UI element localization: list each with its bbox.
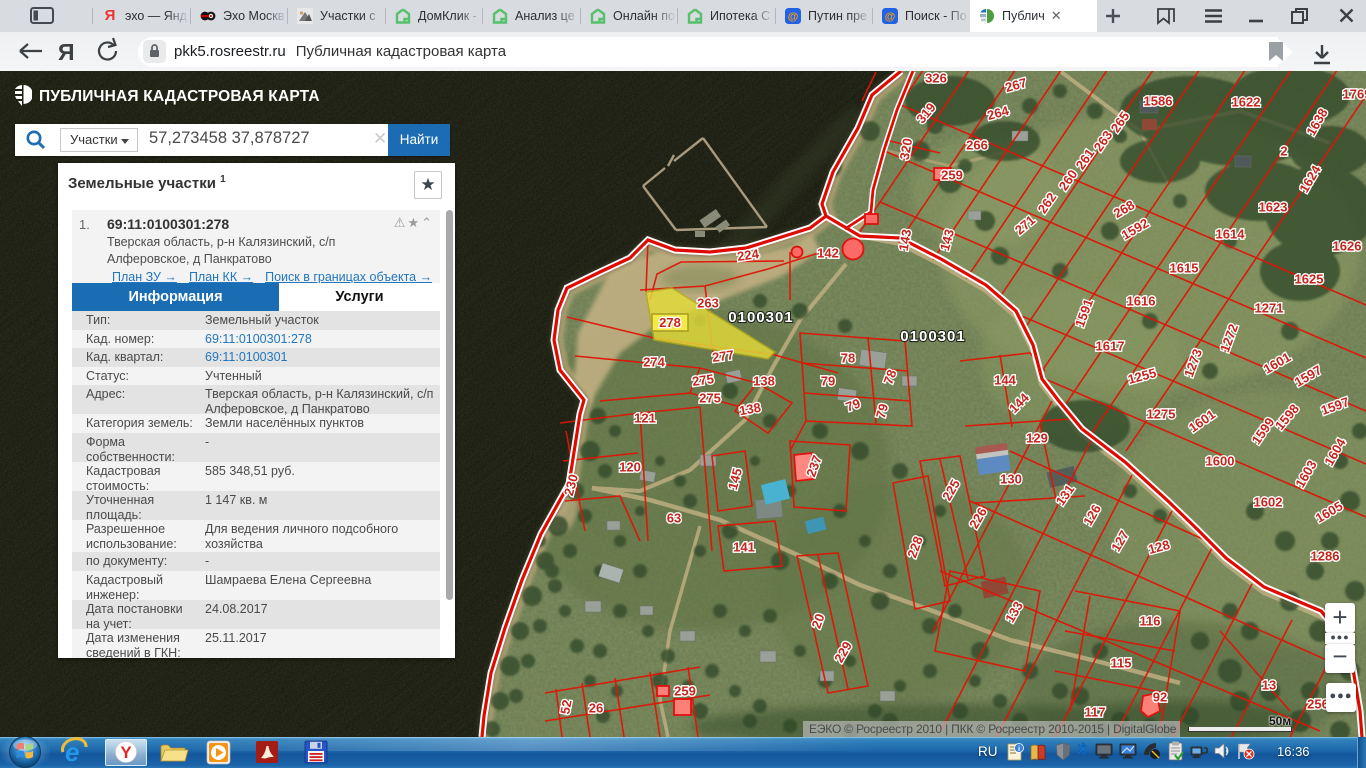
svg-text:1286: 1286	[1311, 549, 1340, 564]
svg-text:263: 263	[697, 296, 719, 311]
svg-text:144: 144	[994, 373, 1016, 388]
svg-text:141: 141	[733, 540, 755, 555]
svg-text:129: 129	[1026, 431, 1048, 446]
svg-text:1275: 1275	[1147, 407, 1176, 422]
svg-text:63: 63	[667, 511, 681, 526]
svg-text:224: 224	[736, 246, 760, 264]
svg-text:259: 259	[941, 168, 963, 183]
svg-text:1602: 1602	[1254, 495, 1283, 510]
svg-text:1625: 1625	[1295, 272, 1324, 287]
svg-text:138: 138	[753, 374, 775, 389]
svg-text:1586: 1586	[1144, 94, 1173, 109]
svg-text:13: 13	[1262, 678, 1276, 693]
svg-text:1626: 1626	[1333, 239, 1362, 254]
svg-text:1616: 1616	[1127, 294, 1156, 309]
svg-text:78: 78	[841, 351, 855, 366]
svg-text:120: 120	[619, 460, 641, 475]
svg-text:115: 115	[1111, 656, 1132, 671]
svg-text:1600: 1600	[1206, 454, 1235, 469]
svg-text:275: 275	[699, 391, 721, 406]
svg-text:259: 259	[674, 684, 696, 699]
svg-text:1614: 1614	[1216, 227, 1246, 242]
svg-text:26: 26	[589, 701, 603, 716]
svg-text:Я: Я	[58, 39, 75, 65]
svg-text:52: 52	[557, 699, 574, 716]
svg-text:0100301: 0100301	[900, 328, 965, 345]
svg-text:1615: 1615	[1170, 261, 1199, 276]
svg-text:116: 116	[1140, 614, 1161, 629]
svg-text:274: 274	[643, 355, 665, 370]
svg-text:326: 326	[925, 71, 947, 86]
svg-text:79: 79	[821, 374, 835, 389]
svg-text:117: 117	[1085, 705, 1106, 720]
svg-text:266: 266	[966, 138, 988, 153]
svg-text:i: i	[1018, 744, 1020, 753]
svg-text:142: 142	[817, 246, 839, 261]
svg-text:277: 277	[711, 347, 735, 365]
svg-text:1622: 1622	[1232, 95, 1261, 110]
svg-text:1271: 1271	[1255, 301, 1284, 316]
svg-text:275: 275	[691, 371, 715, 389]
svg-text:Y: Y	[120, 743, 132, 762]
svg-text:1617: 1617	[1096, 339, 1125, 354]
svg-text:0100301: 0100301	[728, 309, 793, 326]
svg-text:121: 121	[634, 411, 656, 426]
svg-text:1769: 1769	[1343, 87, 1366, 102]
svg-text:130: 130	[1000, 472, 1022, 487]
svg-text:@: @	[788, 11, 799, 23]
svg-text:92: 92	[1153, 690, 1167, 705]
svg-text:2: 2	[1280, 144, 1287, 159]
svg-text:@: @	[885, 11, 896, 23]
svg-text:278: 278	[659, 315, 681, 330]
svg-text:1623: 1623	[1259, 200, 1288, 215]
